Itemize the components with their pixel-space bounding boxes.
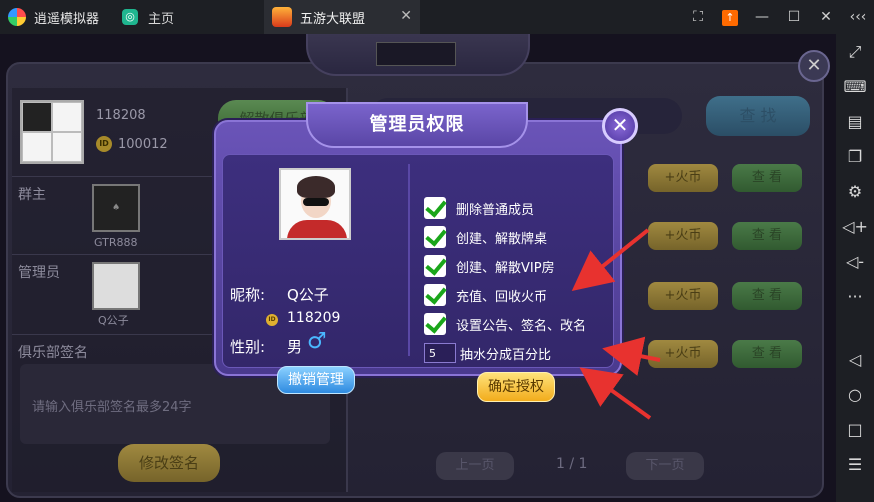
confirm-authorize-button[interactable]: 确定授权 — [477, 372, 555, 402]
emulator-titlebar: 逍遥模拟器 ◎ 主页 五游大联盟 ✕ ⛶ ↑ — ☐ ✕ ‹‹‹ — [0, 0, 874, 34]
id-badge-icon: ID — [266, 314, 278, 326]
home-circle-icon[interactable]: ○ — [836, 377, 874, 412]
permission-item[interactable]: 设置公告、签名、改名 — [424, 313, 586, 335]
permission-item[interactable]: 删除普通成员 — [424, 197, 534, 219]
next-page-button[interactable]: 下一页 — [626, 452, 704, 480]
tab-game[interactable]: 五游大联盟 ✕ — [264, 0, 420, 34]
dialog-divider — [408, 164, 410, 356]
page-indicator: 1 / 1 — [556, 456, 588, 472]
club-id: ID 100012 — [96, 136, 168, 152]
checkbox-checked-icon[interactable] — [424, 226, 446, 248]
club-close-icon[interactable]: ✕ — [798, 50, 830, 82]
more-icon[interactable]: ··· — [836, 279, 874, 314]
tab-home[interactable]: ◎ 主页 — [112, 0, 184, 34]
permission-label: 设置公告、签名、改名 — [456, 318, 587, 334]
permission-label: 创建、解散VIP房 — [456, 260, 555, 276]
prev-page-button[interactable]: 上一页 — [436, 452, 514, 480]
male-icon: ♂ — [307, 329, 327, 354]
home-icon: ◎ — [122, 9, 138, 25]
add-coin-button[interactable]: +火币 — [648, 282, 718, 310]
owner-label: 群主 — [18, 187, 46, 203]
club-avatar — [20, 100, 84, 164]
club-header-image — [376, 42, 456, 66]
game-app-icon — [272, 7, 292, 27]
user-avatar — [279, 168, 351, 240]
owner-name: GTR888 — [94, 236, 138, 249]
club-id-value: 100012 — [118, 136, 168, 152]
admin-name: Q公子 — [98, 314, 129, 327]
close-window-icon[interactable]: ✕ — [810, 9, 842, 25]
fullscreen-icon[interactable]: ⛶ — [682, 9, 714, 25]
keyboard-icon[interactable]: ⌨ — [836, 69, 874, 104]
owner-avatar: ♠ — [92, 184, 140, 232]
id-badge-icon: ID — [96, 136, 112, 152]
admin-avatar — [92, 262, 140, 310]
update-icon[interactable]: ↑ — [714, 9, 746, 26]
permission-label: 创建、解散牌桌 — [456, 231, 548, 247]
find-button[interactable]: 查 找 — [706, 96, 810, 136]
revoke-admin-button[interactable]: 撤销管理 — [277, 366, 355, 394]
settings-gear-icon[interactable]: ⚙ — [836, 174, 874, 209]
gender-label: 性别: — [230, 338, 266, 356]
view-button[interactable]: 查 看 — [732, 164, 802, 192]
checkbox-checked-icon[interactable] — [424, 197, 446, 219]
apk-icon[interactable]: ▤ — [836, 104, 874, 139]
gender-value: 男 — [287, 338, 303, 356]
permission-item[interactable]: 创建、解散VIP房 — [424, 255, 555, 277]
signature-label: 俱乐部签名 — [18, 345, 88, 361]
commission-row: 5 抽水分成百分比 — [424, 342, 551, 364]
close-tab-icon[interactable]: ✕ — [400, 8, 412, 24]
commission-input[interactable]: 5 — [424, 343, 456, 363]
nickname-value: Q公子 — [287, 286, 329, 304]
nickname-label: 昵称: — [230, 286, 266, 304]
menu-list-icon[interactable]: ☰ — [836, 447, 874, 482]
admin-label: 管理员 — [18, 265, 60, 281]
club-number: 118208 — [96, 108, 146, 123]
view-button[interactable]: 查 看 — [732, 222, 802, 250]
checkbox-checked-icon[interactable] — [424, 284, 446, 306]
permission-item[interactable]: 创建、解散牌桌 — [424, 226, 547, 248]
minimize-icon[interactable]: — — [746, 9, 778, 25]
user-id-value: 118209 — [287, 310, 341, 326]
expand-icon[interactable]: ⤢ — [836, 34, 874, 69]
add-coin-button[interactable]: +火币 — [648, 222, 718, 250]
tab-game-label: 五游大联盟 — [300, 11, 366, 27]
permission-label: 删除普通成员 — [456, 202, 535, 218]
emulator-title: 逍遥模拟器 — [34, 11, 100, 27]
edit-signature-button[interactable]: 修改签名 — [118, 444, 220, 482]
dialog-close-icon[interactable]: ✕ — [602, 108, 638, 144]
view-button[interactable]: 查 看 — [732, 340, 802, 368]
commission-label: 抽水分成百分比 — [460, 347, 552, 363]
maximize-icon[interactable]: ☐ — [778, 9, 810, 25]
volume-up-icon[interactable]: ◁+ — [836, 209, 874, 244]
add-coin-button[interactable]: +火币 — [648, 340, 718, 368]
checkbox-checked-icon[interactable] — [424, 255, 446, 277]
multi-window-icon[interactable]: ❐ — [836, 139, 874, 174]
permission-label: 充值、回收火币 — [456, 289, 548, 305]
emulator-logo-icon — [8, 8, 26, 26]
add-coin-button[interactable]: +火币 — [648, 164, 718, 192]
collapse-sidebar-icon[interactable]: ‹‹‹ — [842, 9, 874, 25]
view-button[interactable]: 查 看 — [732, 282, 802, 310]
permission-item[interactable]: 充值、回收火币 — [424, 284, 547, 306]
emulator-sidebar: ⤢ ⌨ ▤ ❐ ⚙ ◁+ ◁- ··· ◁ ○ □ ☰ — [836, 34, 874, 502]
dialog-title: 管理员权限 — [306, 102, 528, 148]
volume-down-icon[interactable]: ◁- — [836, 244, 874, 279]
checkbox-checked-icon[interactable] — [424, 313, 446, 335]
tab-home-label: 主页 — [148, 11, 175, 27]
recent-apps-icon[interactable]: □ — [836, 412, 874, 447]
back-icon[interactable]: ◁ — [836, 342, 874, 377]
